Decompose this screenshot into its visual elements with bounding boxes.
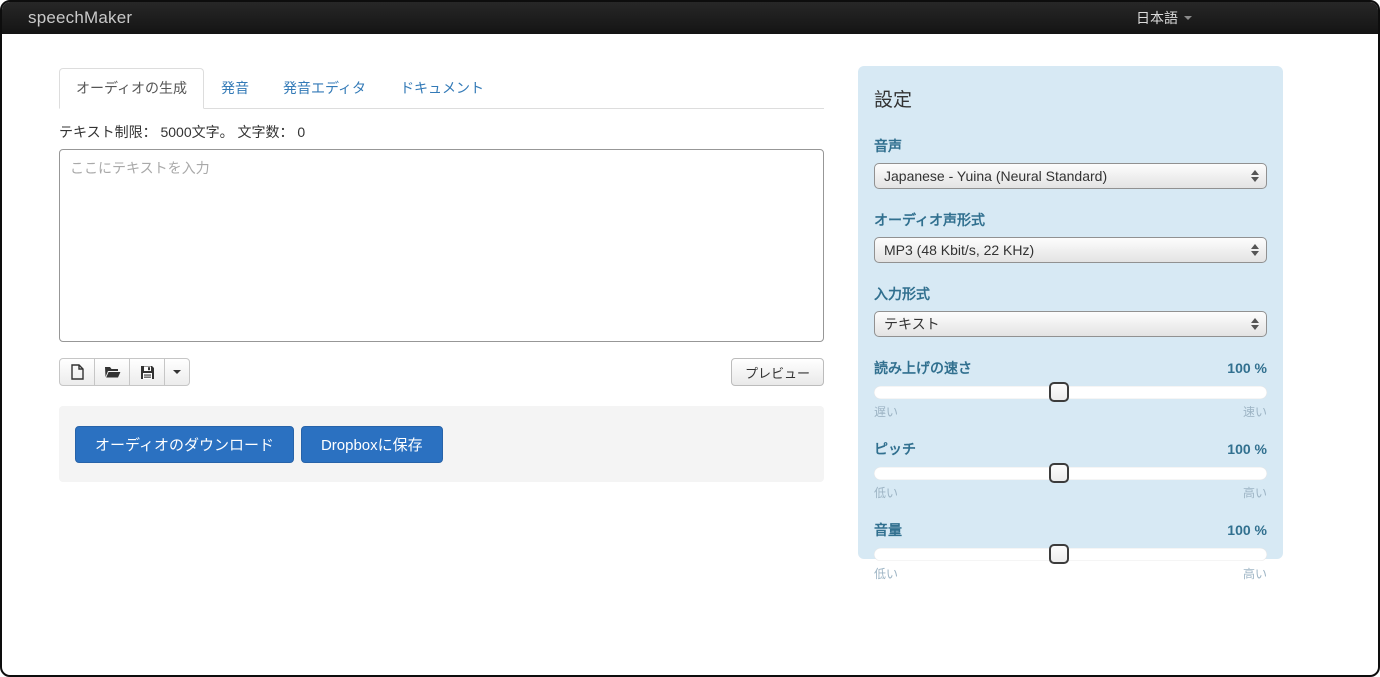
pitch-max-label: 高い [1243,484,1267,501]
audio-format-select-value: MP3 (48 Kbit/s, 22 KHz) [884,242,1034,258]
speed-max-label: 速い [1243,403,1267,420]
speed-slider-track[interactable] [874,386,1267,399]
caret-down-icon [173,370,181,374]
speed-slider-value: 100 % [1227,360,1267,376]
speed-slider-thumb[interactable] [1049,382,1069,402]
app-logo[interactable]: speechMaker [28,8,132,28]
voice-label: 音声 [874,136,1267,156]
download-audio-button[interactable]: オーディオのダウンロード [75,426,294,463]
language-label: 日本語 [1136,8,1178,28]
volume-slider-label: 音量 [874,520,902,540]
save-file-button[interactable] [129,358,165,386]
input-format-label: 入力形式 [874,284,1267,304]
volume-slider-value: 100 % [1227,522,1267,538]
audio-format-select[interactable]: MP3 (48 Kbit/s, 22 KHz) [874,237,1267,263]
top-navbar: speechMaker 日本語 [2,2,1378,34]
tab-audio-generation[interactable]: オーディオの生成 [59,68,204,109]
file-button-group [59,358,190,386]
voice-select-value: Japanese - Yuina (Neural Standard) [884,168,1107,184]
main-content: オーディオの生成 発音 発音エディタ ドキュメント テキスト制限： 5000文字… [59,68,824,482]
pitch-slider-label: ピッチ [874,439,916,459]
tab-bar: オーディオの生成 発音 発音エディタ ドキュメント [59,68,824,109]
voice-select[interactable]: Japanese - Yuina (Neural Standard) [874,163,1267,189]
volume-slider-track[interactable] [874,548,1267,561]
open-file-button[interactable] [94,358,130,386]
input-format-select-value: テキスト [884,314,940,334]
app-window: speechMaker 日本語 オーディオの生成 発音 発音エディタ ドキュメン… [0,0,1380,677]
select-stepper-icon [1251,244,1259,256]
volume-slider-thumb[interactable] [1049,544,1069,564]
preview-button[interactable]: プレビュー [731,358,824,386]
settings-title: 設定 [874,85,1267,112]
text-input[interactable] [59,149,824,342]
speed-min-label: 遅い [874,403,898,420]
new-file-icon [71,364,84,380]
pitch-min-label: 低い [874,484,898,501]
select-stepper-icon [1251,170,1259,182]
language-dropdown[interactable]: 日本語 [1136,8,1192,28]
pitch-slider-block: ピッチ 100 % 低い 高い [874,439,1267,501]
caret-down-icon [1184,16,1192,20]
open-folder-icon [104,365,121,379]
volume-max-label: 高い [1243,565,1267,582]
editor-toolbar: プレビュー [59,358,824,386]
volume-slider-block: 音量 100 % 低い 高い [874,520,1267,582]
pitch-slider-track[interactable] [874,467,1267,480]
download-well: オーディオのダウンロード Dropboxに保存 [59,406,824,482]
tab-pronunciation-editor[interactable]: 発音エディタ [266,68,383,109]
char-limit-label: テキスト制限： 5000文字。 文字数： 0 [59,122,824,142]
save-options-button[interactable] [164,358,190,386]
settings-panel: 設定 音声 Japanese - Yuina (Neural Standard)… [858,66,1283,559]
pitch-slider-value: 100 % [1227,441,1267,457]
speed-slider-label: 読み上げの速さ [874,358,972,378]
new-file-button[interactable] [59,358,95,386]
select-stepper-icon [1251,318,1259,330]
speed-slider-block: 読み上げの速さ 100 % 遅い 速い [874,358,1267,420]
volume-min-label: 低い [874,565,898,582]
tab-documentation[interactable]: ドキュメント [383,68,501,109]
save-floppy-icon [140,365,155,380]
tab-pronunciation[interactable]: 発音 [204,68,266,109]
pitch-slider-thumb[interactable] [1049,463,1069,483]
input-format-select[interactable]: テキスト [874,311,1267,337]
audio-format-label: オーディオ声形式 [874,210,1267,230]
save-to-dropbox-button[interactable]: Dropboxに保存 [301,426,443,463]
